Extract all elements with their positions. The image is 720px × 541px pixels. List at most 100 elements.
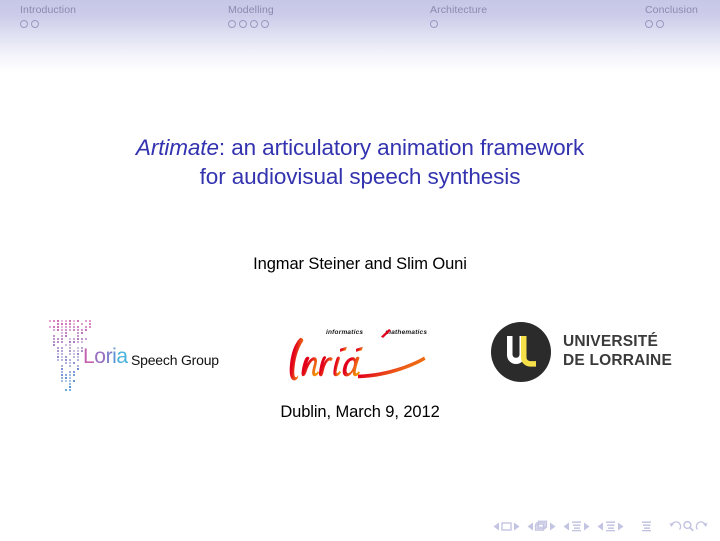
logo-row: Loria Speech Group informatics mathematic… — [0, 318, 720, 394]
prev-subsection-icon[interactable] — [563, 522, 570, 531]
subsection-icon[interactable] — [570, 520, 583, 532]
loria-pixel — [69, 347, 71, 349]
loria-pixel — [65, 362, 67, 364]
loria-pixel — [69, 371, 71, 373]
loria-pixel — [57, 338, 59, 340]
loria-pixel — [61, 356, 63, 358]
loria-speech-group-logo: Loria Speech Group — [49, 320, 239, 394]
prev-slide-icon[interactable] — [493, 522, 500, 531]
title-line-2: for audiovisual speech synthesis — [0, 162, 720, 191]
loria-pixel — [53, 341, 55, 343]
loria-pixel — [65, 323, 67, 325]
loria-pixel — [81, 341, 83, 343]
loria-pixel — [77, 365, 79, 367]
loria-pixel — [69, 341, 71, 343]
loria-pixel — [61, 371, 63, 373]
prev-section-icon[interactable] — [597, 522, 604, 531]
loria-pixel — [53, 320, 55, 322]
loria-pixel — [77, 320, 79, 322]
nav-progress-dot[interactable] — [239, 20, 247, 28]
loria-pixel — [73, 356, 75, 358]
nav-group-slide[interactable] — [493, 521, 520, 532]
nav-progress-dot[interactable] — [250, 20, 258, 28]
section-icon[interactable] — [604, 520, 617, 532]
loria-pixel — [61, 320, 63, 322]
loria-pixel — [69, 386, 71, 388]
nav-group-frame[interactable] — [527, 520, 556, 532]
prev-frame-icon[interactable] — [527, 522, 534, 531]
next-subsection-icon[interactable] — [583, 522, 590, 531]
loria-pixel — [49, 326, 51, 328]
loria-pixel — [65, 359, 67, 361]
loria-pixel — [81, 323, 83, 325]
nav-section-label: Conclusion — [645, 4, 698, 17]
loria-pixel — [61, 380, 63, 382]
loria-pixel — [69, 362, 71, 364]
loria-pixel — [77, 347, 79, 349]
nav-group-subsection[interactable] — [563, 520, 590, 532]
loria-pixel — [53, 335, 55, 337]
next-slide-icon[interactable] — [513, 522, 520, 531]
loria-pixel — [69, 359, 71, 361]
authors-line: Ingmar Steiner and Slim Ouni — [0, 255, 720, 274]
beamer-navigation-symbols[interactable] — [493, 517, 708, 535]
header-navigation-bar — [0, 0, 720, 72]
loria-pixel — [77, 359, 79, 361]
loria-pixel — [65, 374, 67, 376]
nav-section-conclusion[interactable]: Conclusion — [645, 4, 698, 29]
nav-progress-dot[interactable] — [656, 20, 664, 28]
doc-icon[interactable] — [640, 520, 653, 532]
nav-section-modelling[interactable]: Modelling — [228, 4, 274, 29]
nav-section-dots[interactable] — [228, 19, 274, 29]
forward-icon[interactable] — [695, 520, 708, 532]
nav-progress-dot[interactable] — [20, 20, 28, 28]
nav-group-history[interactable] — [669, 520, 708, 532]
loria-pixel — [77, 332, 79, 334]
nav-group-document[interactable] — [640, 520, 653, 532]
loria-pixel — [73, 362, 75, 364]
loria-pixel — [61, 353, 63, 355]
back-icon[interactable] — [669, 520, 682, 532]
loria-pixel — [85, 338, 87, 340]
loria-pixel — [73, 341, 75, 343]
slide-title: Artimate: an articulatory animation fram… — [0, 133, 720, 191]
loria-pixel — [69, 380, 71, 382]
title-line-1: Artimate: an articulatory animation fram… — [0, 133, 720, 162]
loria-pixel — [65, 377, 67, 379]
find-icon[interactable] — [682, 520, 695, 532]
slide-icon[interactable] — [500, 521, 513, 532]
nav-progress-dot[interactable] — [228, 20, 236, 28]
nav-progress-dot[interactable] — [430, 20, 438, 28]
nav-section-introduction[interactable]: Introduction — [20, 4, 76, 29]
loria-pixel — [57, 347, 59, 349]
nav-progress-dot[interactable] — [645, 20, 653, 28]
loria-pixel — [65, 332, 67, 334]
loria-letter-a: a — [116, 345, 127, 368]
ul-wordmark-line-2: DE LORRAINE — [563, 352, 672, 371]
nav-group-section[interactable] — [597, 520, 624, 532]
next-section-icon[interactable] — [617, 522, 624, 531]
loria-pixel — [69, 365, 71, 367]
nav-progress-dot[interactable] — [261, 20, 269, 28]
frame-icon[interactable] — [534, 520, 549, 532]
loria-pixel — [77, 326, 79, 328]
nav-section-dots[interactable] — [430, 19, 487, 29]
loria-pixel — [77, 329, 79, 331]
loria-pixel — [53, 344, 55, 346]
loria-pixel — [69, 389, 71, 391]
loria-pixel — [73, 329, 75, 331]
nav-section-label: Modelling — [228, 4, 274, 17]
next-frame-icon[interactable] — [549, 522, 556, 531]
loria-pixel — [89, 326, 91, 328]
loria-pixel — [65, 329, 67, 331]
loria-pixel — [89, 323, 91, 325]
inria-wordmark-icon — [284, 334, 454, 386]
loria-pixel — [85, 326, 87, 328]
nav-section-architecture[interactable]: Architecture — [430, 4, 487, 29]
nav-progress-dot[interactable] — [31, 20, 39, 28]
nav-section-dots[interactable] — [645, 19, 698, 29]
loria-pixel — [69, 326, 71, 328]
loria-pixel — [57, 326, 59, 328]
loria-suffix-label: Speech Group — [131, 352, 219, 368]
nav-section-dots[interactable] — [20, 19, 76, 29]
